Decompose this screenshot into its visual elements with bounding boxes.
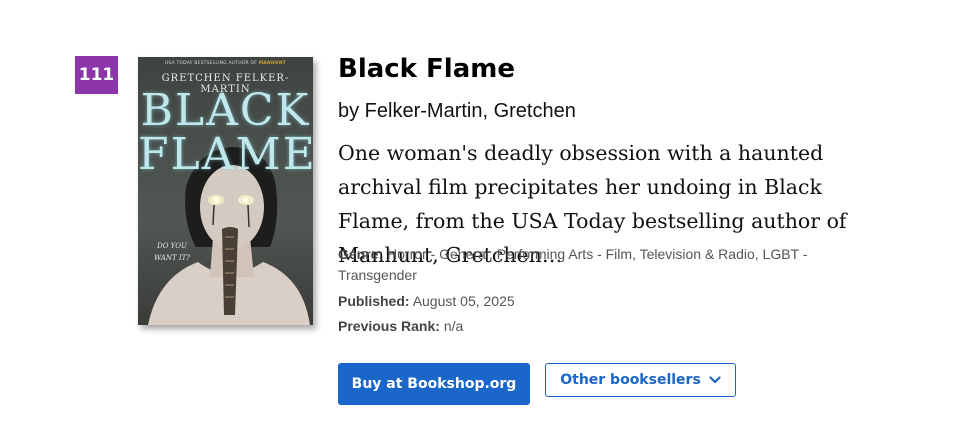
cover-title-line-2: FLAME xyxy=(138,129,313,180)
published-label: Published: xyxy=(338,293,410,309)
buy-bookshop-label: Buy at Bookshop.org xyxy=(351,376,517,392)
published-row: Published: August 05, 2025 xyxy=(338,291,515,312)
cover-tagline: DO YOU WANT IT? xyxy=(153,242,191,262)
genre-label: Genre: xyxy=(338,246,384,262)
previous-rank-row: Previous Rank: n/a xyxy=(338,316,463,337)
book-cover[interactable]: USA TODAY BESTSELLING AUTHOR OF MANHUNT … xyxy=(138,57,313,325)
cover-title-line-1: BLACK xyxy=(140,85,311,136)
previous-rank-label: Previous Rank: xyxy=(338,318,440,334)
chevron-down-icon xyxy=(709,376,721,384)
rank-badge: 111 xyxy=(75,56,118,94)
genre-value: Horror - General, Performing Arts - Film… xyxy=(338,246,808,283)
cover-tagline-top: USA TODAY BESTSELLING AUTHOR OF MANHUNT xyxy=(164,61,287,66)
buy-bookshop-button[interactable]: Buy at Bookshop.org xyxy=(338,363,530,405)
book-title[interactable]: Black Flame xyxy=(338,54,515,84)
bestseller-entry: 111 USA TODAY BESTSELLING AUTHOR OF MANH… xyxy=(0,0,961,445)
other-booksellers-label: Other booksellers xyxy=(560,372,701,388)
genre-row: Genre: Horror - General, Performing Arts… xyxy=(338,244,878,286)
other-booksellers-button[interactable]: Other booksellers xyxy=(545,363,736,397)
previous-rank-value: n/a xyxy=(443,318,464,334)
published-value: August 05, 2025 xyxy=(412,293,515,309)
book-author: by Felker-Martin, Gretchen xyxy=(338,100,576,122)
